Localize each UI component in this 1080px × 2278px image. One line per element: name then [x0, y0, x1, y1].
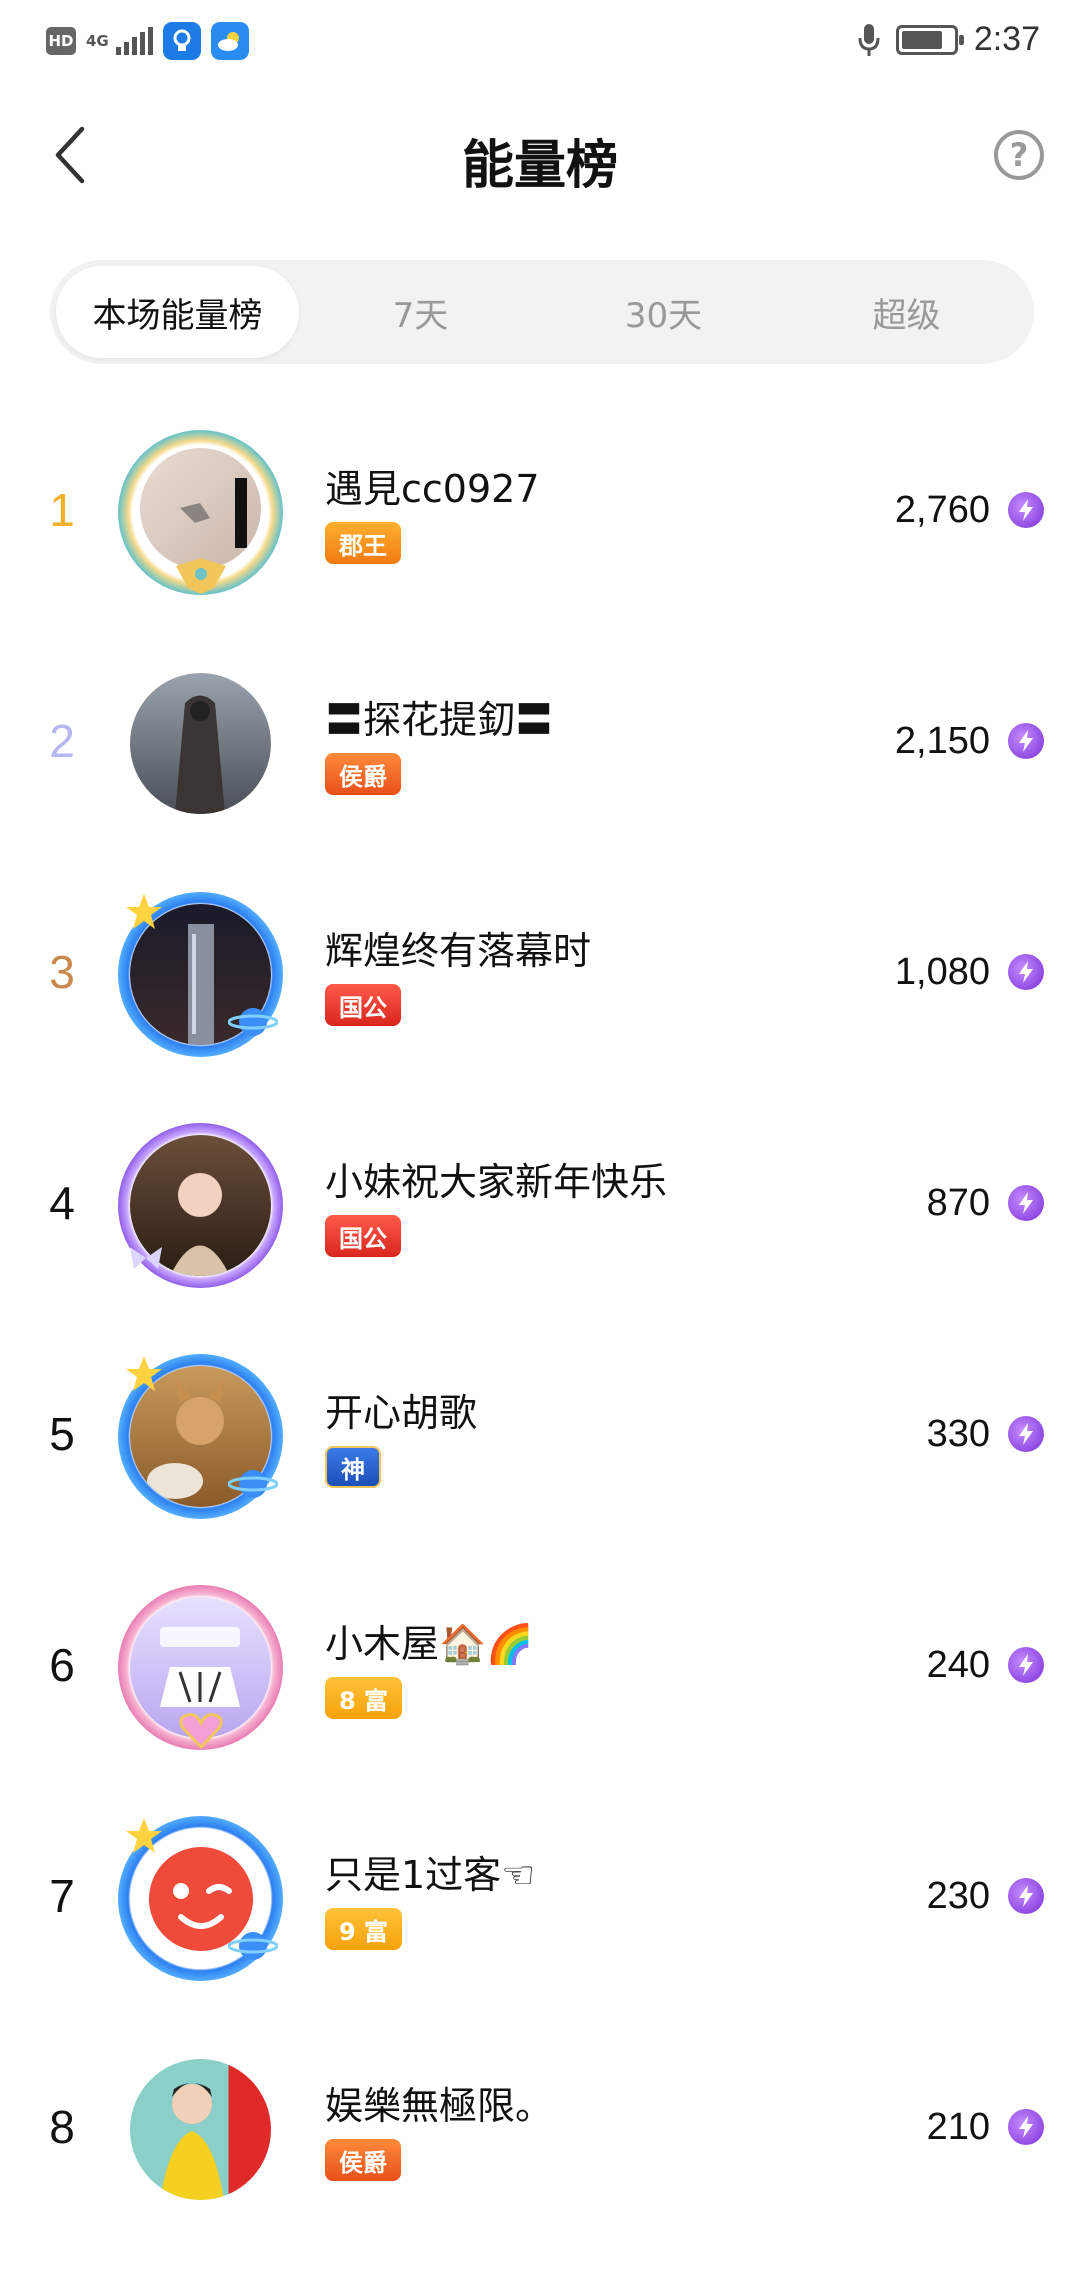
avatar[interactable]	[118, 1354, 283, 1519]
list-item[interactable]: 4 小妹祝大家新年快乐 国公 870	[0, 1123, 1080, 1354]
avatar[interactable]	[118, 1816, 283, 1981]
badge-label: 神	[341, 1455, 365, 1484]
list-item[interactable]: 8 娱樂無極限。 侯爵 210	[0, 2047, 1080, 2278]
rank-number: 6	[49, 1639, 75, 1691]
badge-label: 侯爵	[339, 2148, 387, 2177]
avatar[interactable]	[118, 2047, 283, 2212]
lightning-icon	[1008, 492, 1044, 528]
badge-label: 郡王	[339, 531, 387, 560]
list-item[interactable]: 1 遇見cc0927 郡王 2,760	[0, 430, 1080, 661]
rank-number: 3	[49, 946, 75, 998]
status-right: 2:37	[858, 20, 1040, 59]
user-name: 只是1过客☜	[325, 1853, 536, 1897]
tab-30-days[interactable]: 30天	[542, 266, 785, 358]
list-item[interactable]: 6 小木屋🏠🌈 8 富 240	[0, 1585, 1080, 1816]
list-item[interactable]: 2 〓探花提釖〓 侯爵 2,150	[0, 661, 1080, 892]
energy-score: 230	[926, 1874, 990, 1917]
user-name: 〓探花提釖〓	[325, 698, 554, 742]
user-name: 小木屋🏠🌈	[325, 1622, 534, 1666]
tab-super[interactable]: 超级	[785, 266, 1028, 358]
badge-label: 9 富	[339, 1917, 389, 1946]
question-mark-icon: ?	[1009, 136, 1029, 174]
rank-badge: 8 富	[325, 1677, 403, 1719]
user-name: 小妹祝大家新年快乐	[325, 1160, 668, 1204]
avatar[interactable]	[118, 430, 283, 595]
rank-badge: 神	[325, 1446, 381, 1488]
lightbulb-app-icon	[163, 22, 201, 60]
network-type: 4G	[86, 31, 109, 50]
signal-icon	[116, 27, 153, 55]
badge-label: 国公	[339, 1224, 387, 1253]
clock: 2:37	[973, 20, 1040, 58]
user-name: 辉煌终有落幕时	[325, 929, 592, 973]
badge-label: 侯爵	[339, 762, 387, 791]
avatar[interactable]	[118, 661, 283, 826]
avatar[interactable]	[118, 892, 283, 1057]
rank-badge: 国公	[325, 984, 401, 1026]
user-name: 遇見cc0927	[325, 467, 540, 511]
weather-app-icon	[211, 22, 249, 60]
badge-label: 8 富	[339, 1686, 389, 1715]
status-left: HD 4G	[46, 22, 249, 60]
lightning-icon	[1008, 1647, 1044, 1683]
rank-badge: 侯爵	[325, 2139, 401, 2181]
user-name: 娱樂無極限。	[325, 2084, 554, 2128]
rank-badge: 郡王	[325, 522, 401, 564]
period-tabs: 本场能量榜 7天 30天 超级	[50, 260, 1034, 364]
avatar[interactable]	[118, 1585, 283, 1750]
header: 能量榜 ?	[0, 90, 1080, 225]
list-item[interactable]: 3 辉煌终有落幕时 国公 1,080	[0, 892, 1080, 1123]
rank-number: 8	[49, 2101, 75, 2153]
ranking-list: 1 遇見cc0927 郡王 2,760 2 〓探花提釖〓 侯爵 2,150 3 …	[0, 430, 1080, 2278]
microphone-icon	[858, 23, 880, 56]
rank-badge: 国公	[325, 1215, 401, 1257]
energy-score: 2,760	[894, 488, 990, 531]
help-button[interactable]: ?	[994, 130, 1044, 180]
lightning-icon	[1008, 954, 1044, 990]
rank-number: 1	[49, 484, 75, 536]
lightning-icon	[1008, 1416, 1044, 1452]
lightning-icon	[1008, 723, 1044, 759]
rank-number: 5	[49, 1408, 75, 1460]
badge-label: 国公	[339, 993, 387, 1022]
battery-icon	[895, 24, 964, 55]
tab-current-session[interactable]: 本场能量榜	[56, 266, 299, 358]
list-item[interactable]: 5 开心胡歌 神 330	[0, 1354, 1080, 1585]
status-bar: HD 4G 2:37	[0, 0, 1080, 90]
energy-score: 870	[926, 1181, 990, 1224]
lightning-icon	[1008, 1878, 1044, 1914]
tab-7-days[interactable]: 7天	[299, 266, 542, 358]
hd-indicator: HD	[46, 27, 76, 55]
rank-number: 4	[49, 1177, 75, 1229]
rank-badge: 9 富	[325, 1908, 403, 1950]
energy-score: 330	[926, 1412, 990, 1455]
page-title: 能量榜	[461, 136, 618, 196]
lightning-icon	[1008, 2109, 1044, 2145]
lightning-icon	[1008, 1185, 1044, 1221]
rank-number: 7	[49, 1870, 75, 1922]
user-name: 开心胡歌	[325, 1391, 478, 1435]
rank-badge: 侯爵	[325, 753, 401, 795]
energy-score: 1,080	[894, 950, 990, 993]
list-item[interactable]: 7 只是1过客☜ 9 富 230	[0, 1816, 1080, 2047]
energy-score: 240	[926, 1643, 990, 1686]
energy-score: 2,150	[894, 719, 990, 762]
energy-score: 210	[926, 2105, 990, 2148]
rank-number: 2	[49, 715, 75, 767]
avatar[interactable]	[118, 1123, 283, 1288]
